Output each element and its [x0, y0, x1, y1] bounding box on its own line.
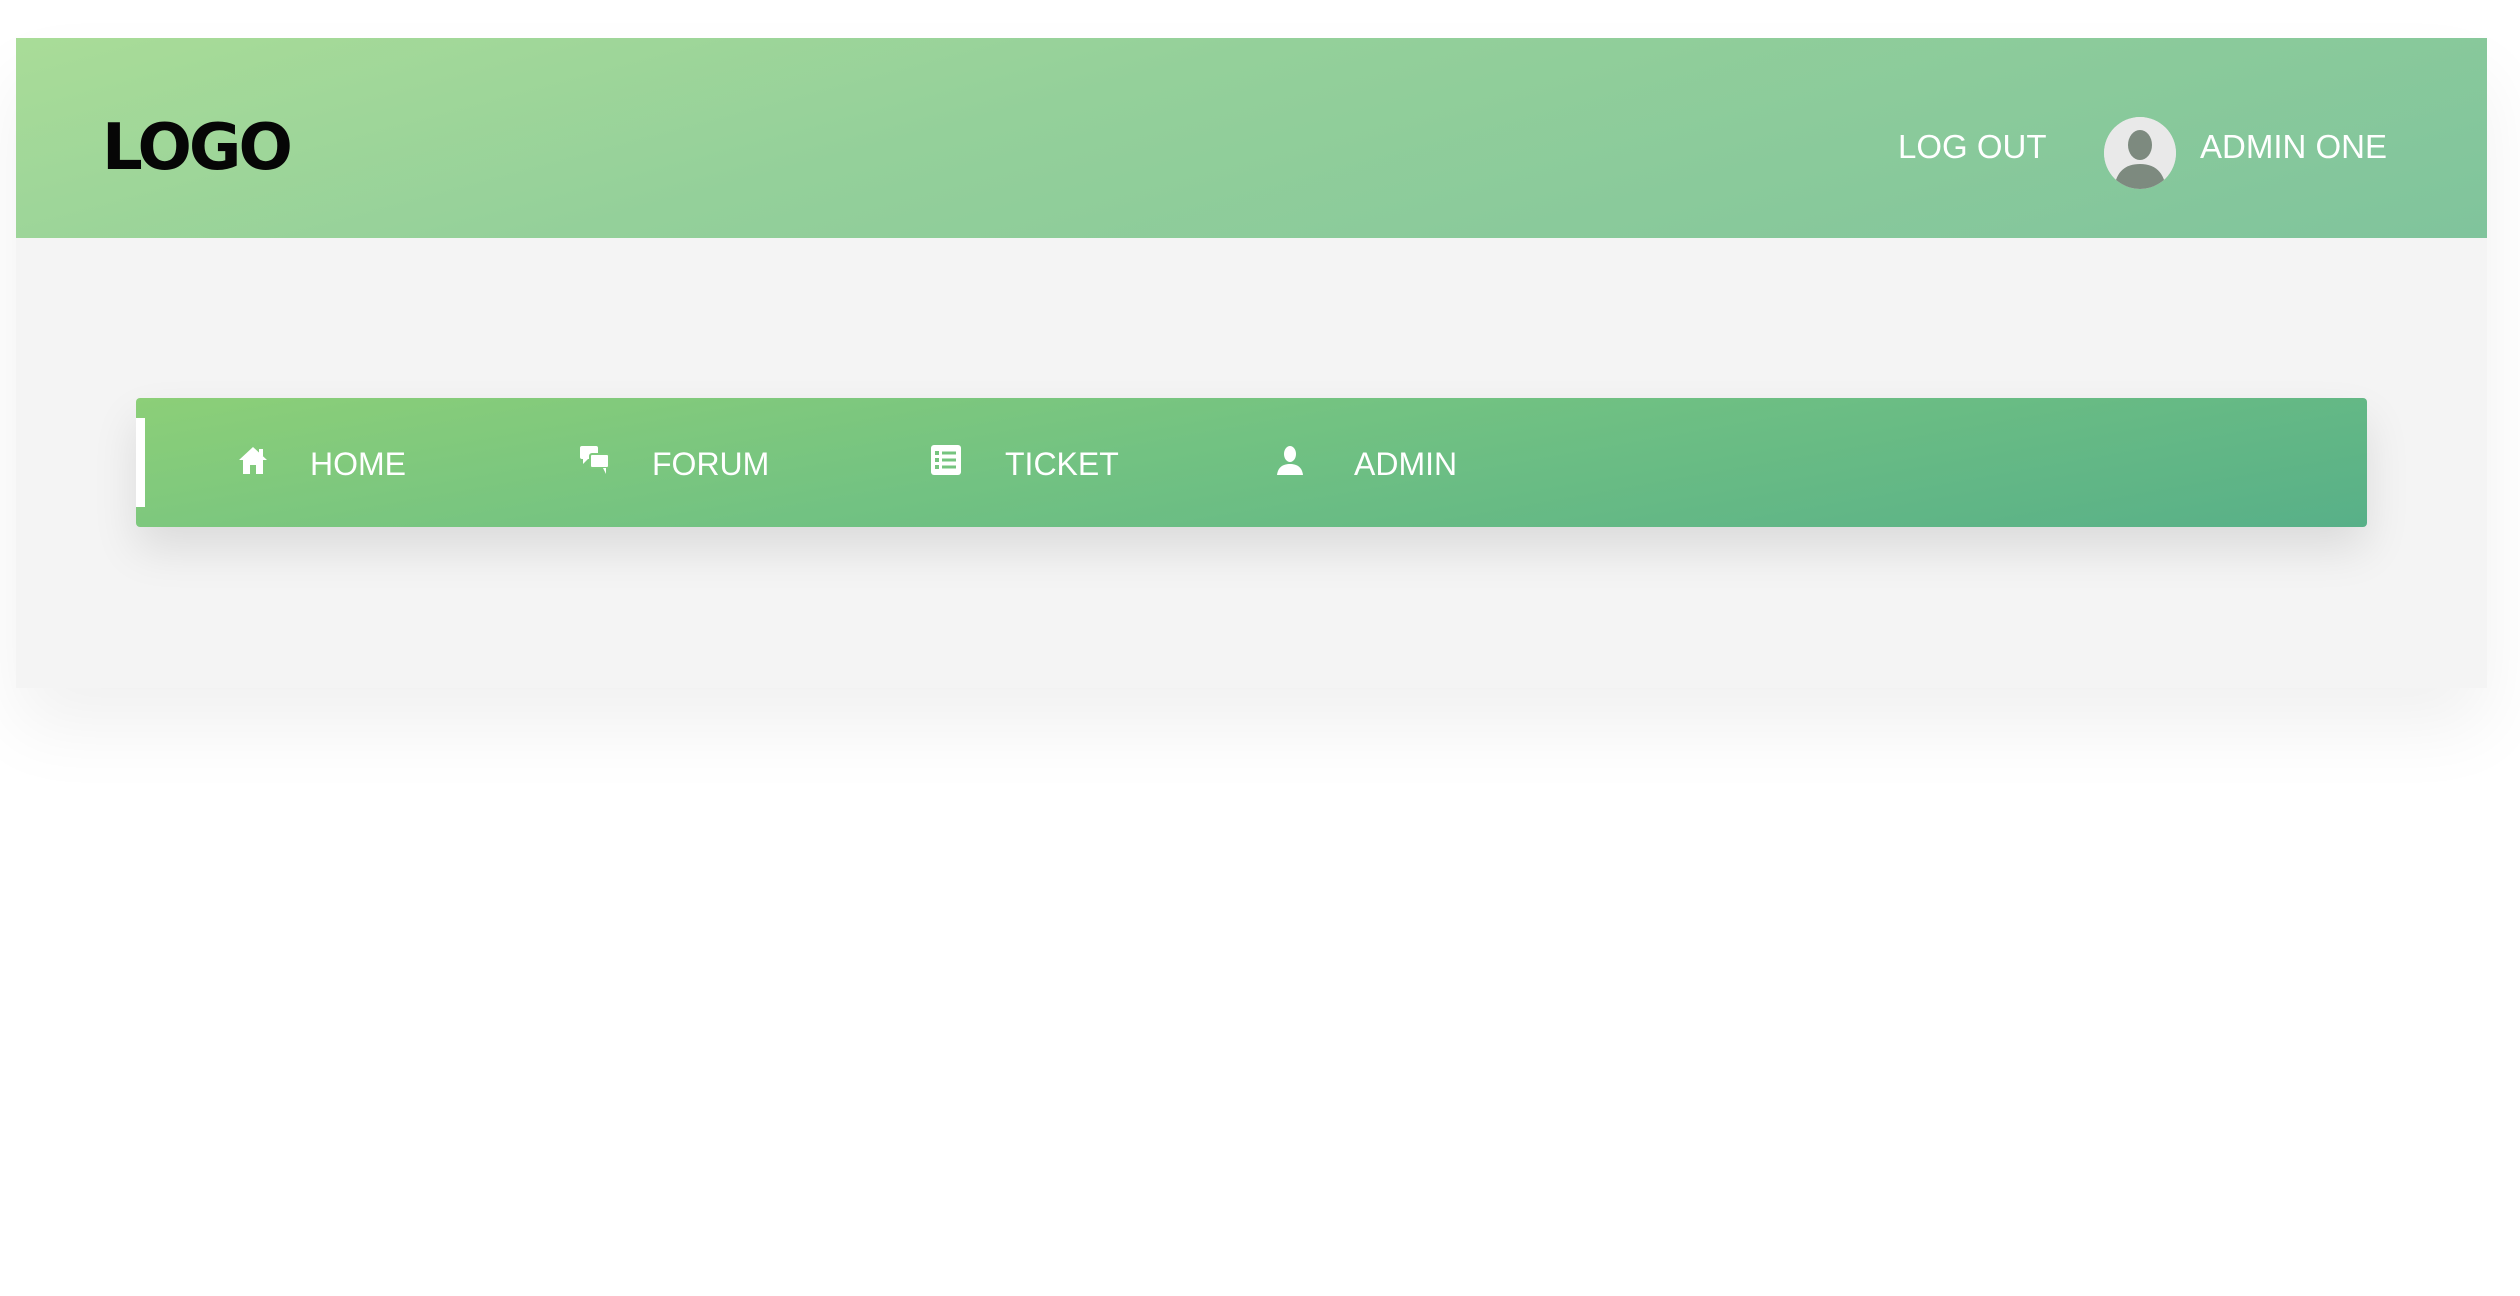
user-icon [1273, 443, 1307, 477]
nav-item-label: ADMIN [1354, 446, 1458, 482]
active-nav-indicator [136, 418, 145, 507]
nav-item-label: HOME [310, 446, 406, 482]
main-navigation: HOME FORUM TICKET ADMIN [136, 398, 2367, 527]
list-icon [929, 443, 963, 477]
page-container: LOGO LOG OUT ADMIN ONE HOME FORUM TICKET… [16, 38, 2487, 688]
nav-item-label: TICKET [1005, 446, 1119, 482]
nav-item-home[interactable]: HOME [236, 436, 406, 492]
username-link[interactable]: ADMIN ONE [2200, 130, 2387, 163]
nav-item-admin[interactable]: ADMIN [1273, 436, 1457, 492]
logout-link[interactable]: LOG OUT [1898, 130, 2047, 163]
home-icon [236, 443, 270, 477]
nav-item-forum[interactable]: FORUM [578, 436, 769, 492]
user-silhouette-icon [2104, 117, 2176, 189]
top-header: LOGO LOG OUT ADMIN ONE [16, 38, 2487, 238]
avatar[interactable] [2104, 117, 2176, 189]
nav-item-label: FORUM [652, 446, 770, 482]
logo[interactable]: LOGO [102, 116, 293, 180]
chat-bubbles-icon [578, 443, 612, 477]
nav-item-ticket[interactable]: TICKET [929, 436, 1119, 492]
